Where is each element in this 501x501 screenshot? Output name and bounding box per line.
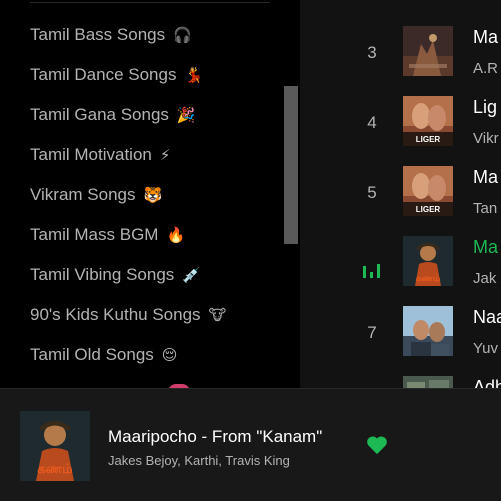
track-number: 4 — [367, 113, 377, 132]
syringe-emoji: 💉 — [182, 266, 201, 284]
playlist-label: 90's Kids Kuthu Songs — [30, 305, 201, 324]
art-label: LIGER — [416, 205, 441, 214]
playlist-item[interactable]: Tamil Old Songs 😌 — [30, 340, 177, 370]
headphones-emoji: 🎧 — [173, 26, 192, 44]
cow-emoji: 🐮 — [208, 306, 227, 324]
playlist-label: Tamil Vibing Songs — [30, 265, 175, 284]
album-art: LIGER — [403, 166, 453, 216]
album-art: கணம் — [403, 236, 453, 286]
track-number: 7 — [367, 323, 377, 342]
lightning-emoji: ⚡ — [159, 146, 171, 164]
track-artist[interactable]: Yuv — [473, 340, 498, 357]
track-number: 3 — [367, 43, 377, 62]
track-row-active[interactable]: கணம் Ma Jak — [300, 219, 501, 289]
heart-icon[interactable] — [366, 435, 388, 455]
album-art: LIGER — [403, 96, 453, 146]
equalizer-icon — [363, 264, 380, 278]
playlist-item[interactable]: Tamil Mass BGM 🔥 — [30, 220, 185, 250]
party-popper-emoji: 🎉 — [176, 106, 196, 124]
art-label: கணம் — [416, 274, 440, 284]
track-title[interactable]: Lig — [473, 97, 497, 118]
relieved-face-emoji: 😌 — [161, 346, 178, 364]
album-art — [403, 306, 453, 356]
playlist-item[interactable]: 90's Kids Kuthu Songs 🐮 — [30, 300, 226, 330]
track-artist[interactable]: A.R — [473, 60, 498, 77]
playlist-label: Tamil Bass Songs — [30, 25, 166, 44]
track-number — [360, 359, 384, 388]
art-label: LIGER — [416, 135, 441, 144]
track-title[interactable]: Ma — [473, 237, 498, 258]
track-row[interactable]: 7 Naa Yuv — [300, 289, 501, 359]
track-title[interactable]: Naa — [473, 307, 501, 328]
playlist-item[interactable]: Vikram Songs 🐯 — [30, 180, 162, 210]
album-art — [403, 376, 453, 388]
sidebar: Tamil Bass Songs 🎧 Tamil Dance Songs 💃 Tam… — [0, 0, 300, 388]
now-playing-bar: கணம் Maaripocho - From "Kanam" Jakes Bej… — [0, 388, 501, 501]
track-artist[interactable]: Tan — [473, 200, 497, 217]
track-number: 5 — [367, 183, 377, 202]
tiger-emoji: 🐯 — [143, 186, 163, 204]
now-playing-cover[interactable]: கணம் — [20, 411, 90, 481]
playlist-item[interactable]: Tamil Motivation ⚡ — [30, 140, 170, 170]
track-row[interactable]: 5 LIGER Ma Tan — [300, 149, 501, 219]
playlist-label: Tamil Gana Songs — [30, 105, 169, 124]
playlist-label: Tamil Dance Songs — [30, 65, 177, 84]
playlist-item[interactable]: Tamil Vibing Songs 💉 — [30, 260, 201, 290]
track-title[interactable]: Adh — [473, 377, 501, 388]
playlist-label: Tamil Mass BGM — [30, 225, 159, 244]
playlist-label: Tamil Old Songs — [30, 345, 154, 364]
playlist-item[interactable]: Tamil Gana Songs 🎉 — [30, 100, 196, 130]
dancer-emoji: 💃 — [184, 66, 204, 84]
sidebar-scrollbar[interactable] — [284, 86, 298, 244]
now-playing-title[interactable]: Maaripocho - From "Kanam" — [108, 427, 322, 447]
playlist-label: Tamil Motivation — [30, 145, 152, 164]
track-title[interactable]: Ma — [473, 167, 498, 188]
track-artist[interactable]: Jak — [473, 270, 496, 287]
sidebar-divider — [30, 2, 270, 3]
fire-emoji: 🔥 — [166, 226, 186, 244]
track-title[interactable]: Ma — [473, 27, 498, 48]
playlist-item[interactable]: Tamil Dance Songs 💃 — [30, 60, 203, 90]
now-playing-artist[interactable]: Jakes Bejoy, Karthi, Travis King — [108, 453, 290, 468]
playlist-label: Vikram Songs — [30, 185, 136, 204]
tracklist: 3 Ma A.R 4 LIGER Lig Vikr 5 LIGER Ma Tan… — [300, 0, 501, 388]
art-label: கணம் — [37, 462, 73, 477]
track-artist[interactable]: Vikr — [473, 130, 499, 147]
track-row[interactable]: 4 LIGER Lig Vikr — [300, 79, 501, 149]
playlist-item[interactable]: Tamil Bass Songs 🎧 — [30, 20, 192, 50]
album-art — [403, 26, 453, 76]
track-row[interactable]: 3 Ma A.R — [300, 9, 501, 79]
track-row[interactable]: Adh — [300, 359, 501, 388]
